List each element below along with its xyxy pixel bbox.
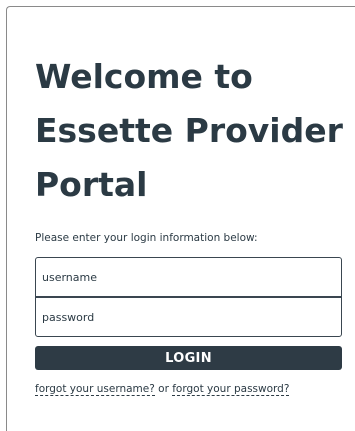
title-line-2: Essette Provider [35,111,343,150]
forgot-links: forgot your username? or forgot your pas… [35,383,290,396]
forgot-separator: or [154,383,173,395]
login-button[interactable]: LOGIN [35,346,342,370]
username-input[interactable] [35,257,342,297]
forgot-username-link[interactable]: forgot your username? [35,383,155,396]
title-line-1: Welcome to [35,57,253,96]
login-instructions: Please enter your login information belo… [35,232,258,244]
forgot-password-link[interactable]: forgot your password? [172,383,290,396]
title-line-3: Portal [35,165,148,204]
password-input[interactable] [35,297,342,337]
page-title: Welcome to Essette Provider Portal [35,50,350,212]
